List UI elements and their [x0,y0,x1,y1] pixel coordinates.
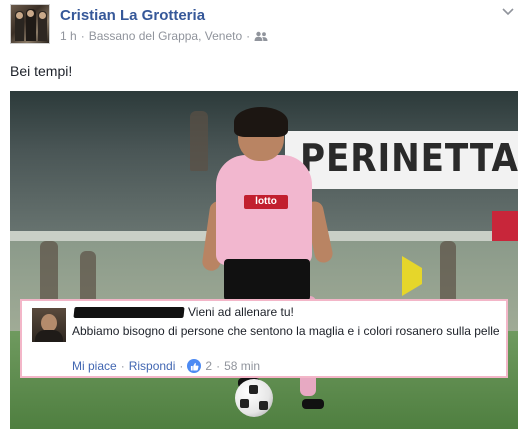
action-separator-2: · [179,359,184,373]
background-person [40,241,58,301]
comment-text-line2: Abbiamo bisogno di persone che sentono l… [72,324,500,338]
post-time[interactable]: 1 h [60,29,77,43]
post-location[interactable]: Bassano del Grappa, Veneto [89,29,242,43]
background-person [440,241,456,301]
comment-time[interactable]: 58 min [224,359,260,373]
meta-separator: · [80,29,85,43]
post-header: Cristian La Grotteria 1 h · Bassano del … [10,4,518,48]
comment-reply-button[interactable]: Rispondi [129,359,176,373]
player-shoe [302,399,324,409]
post-text: Bei tempi! [10,63,73,79]
comment-card: Vieni ad allenare tu! Abbiamo bisogno di… [20,299,508,378]
post-meta: 1 h · Bassano del Grappa, Veneto · [60,29,268,43]
player-hair [234,107,288,137]
action-separator: · [120,359,125,373]
author-avatar[interactable] [10,4,50,44]
commenter-avatar[interactable] [32,308,66,342]
friends-audience-icon[interactable] [254,31,268,41]
jersey-sponsor: lotto [244,195,288,209]
background-person [80,251,96,301]
post-photo[interactable]: PERINETTA lotto [10,91,518,429]
comment-text-line1: Vieni ad allenare tu! [188,305,294,319]
meta-separator-2: · [246,29,251,43]
player-shorts [224,259,310,301]
comment-like-count[interactable]: 2 [205,359,212,373]
soccer-ball [235,379,273,417]
author-name-link[interactable]: Cristian La Grotteria [60,7,205,24]
commenter-name-redacted [73,307,185,318]
comment-actions: Mi piace · Rispondi · 2 · 58 min [72,359,260,373]
thumbs-up-icon[interactable] [187,359,202,373]
banner-text: PERINETTA [300,136,518,180]
background-person [190,111,208,171]
comment-like-button[interactable]: Mi piace [72,359,117,373]
chevron-down-icon[interactable] [502,8,514,16]
action-separator-3: · [216,359,221,373]
player-jersey [216,155,312,265]
